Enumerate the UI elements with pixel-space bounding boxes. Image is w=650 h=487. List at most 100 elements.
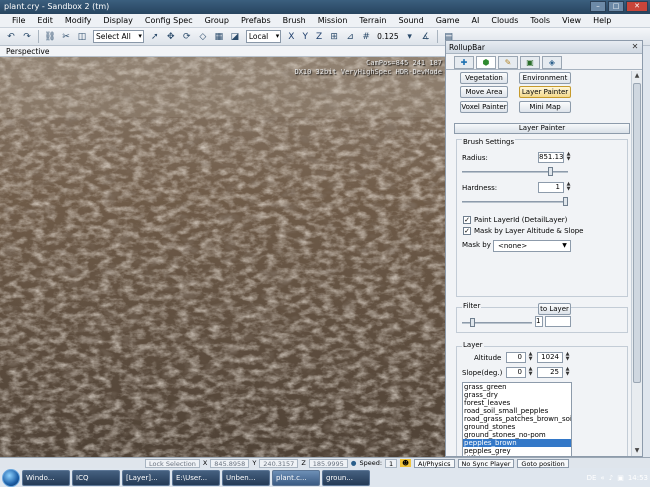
paint-layerid-checkbox[interactable]: ✓ bbox=[463, 216, 471, 224]
list-item[interactable]: grass_green bbox=[463, 383, 571, 391]
selection-filter-select[interactable]: Select All bbox=[93, 30, 144, 43]
hardness-input[interactable]: 1 bbox=[538, 182, 564, 193]
layers-tab-icon[interactable]: ◈ bbox=[542, 56, 562, 69]
menu-terrain[interactable]: Terrain bbox=[353, 14, 392, 28]
mini-map-button[interactable]: Mini Map bbox=[519, 101, 571, 113]
lock-selection-button[interactable]: Lock Selection bbox=[145, 458, 200, 468]
z-coordinate-field[interactable]: 185.9995 bbox=[308, 458, 348, 468]
radius-slider[interactable] bbox=[462, 167, 568, 176]
taskbar-item-icq[interactable]: ICQ bbox=[72, 469, 120, 486]
scroll-down-icon[interactable]: ▼ bbox=[632, 446, 642, 456]
hardness-slider[interactable] bbox=[462, 197, 568, 206]
speed-input[interactable]: 1 bbox=[385, 458, 398, 468]
list-item[interactable]: road_soil_small_pepples bbox=[463, 407, 571, 415]
menu-modify[interactable]: Modify bbox=[59, 14, 98, 28]
voxel-painter-button[interactable]: Voxel Painter bbox=[460, 101, 508, 113]
terrain-follow-icon[interactable]: ⊿ bbox=[343, 30, 357, 44]
no-sync-player-button[interactable]: No Sync Player bbox=[457, 458, 515, 468]
menu-brush[interactable]: Brush bbox=[277, 14, 312, 28]
menu-clouds[interactable]: Clouds bbox=[485, 14, 524, 28]
list-item[interactable]: grass_dry bbox=[463, 391, 571, 399]
slope-min-spinner[interactable]: ▲ ▼ bbox=[527, 367, 534, 378]
axis-z-button[interactable]: Z bbox=[313, 32, 325, 42]
radius-slider-thumb[interactable] bbox=[548, 167, 553, 176]
scroll-up-icon[interactable]: ▲ bbox=[632, 71, 642, 81]
menu-file[interactable]: File bbox=[6, 14, 31, 28]
snap-angle-icon[interactable]: ∡ bbox=[419, 30, 433, 44]
tray-arrows-icon[interactable]: « bbox=[600, 474, 604, 482]
menu-ai[interactable]: AI bbox=[466, 14, 486, 28]
y-coordinate-field[interactable]: 240.3157 bbox=[259, 458, 299, 468]
move-icon[interactable]: ✥ bbox=[164, 30, 178, 44]
select-cursor-icon[interactable]: ➚ bbox=[148, 30, 162, 44]
redo-icon[interactable]: ↷ bbox=[20, 30, 34, 44]
hardness-spinner[interactable]: ▲ ▼ bbox=[565, 182, 572, 193]
terrain-select-icon[interactable]: ▦ bbox=[212, 30, 226, 44]
terrain-collision-icon[interactable]: ☻ bbox=[400, 459, 411, 467]
list-item[interactable]: pepples_grey bbox=[463, 447, 571, 455]
layer-list[interactable]: grass_green grass_dry forest_leaves road… bbox=[462, 382, 572, 456]
layer-painter-section-header[interactable]: Layer Painter bbox=[454, 123, 630, 134]
axis-x-button[interactable]: X bbox=[285, 32, 297, 42]
axis-xy-icon[interactable]: ⊞ bbox=[327, 30, 341, 44]
snap-value[interactable]: 0.125 bbox=[375, 32, 400, 41]
display-tab-icon[interactable]: ▣ bbox=[520, 56, 540, 69]
volume-icon[interactable]: ♪ bbox=[609, 474, 613, 482]
filter-input[interactable]: 1 bbox=[535, 316, 543, 327]
goto-position-button[interactable]: Goto position bbox=[517, 458, 569, 468]
snap-icon[interactable]: ◪ bbox=[228, 30, 242, 44]
hardness-slider-thumb[interactable] bbox=[563, 197, 568, 206]
scrollbar-thumb[interactable] bbox=[633, 83, 641, 383]
terrain-tab-icon[interactable]: ⬢ bbox=[476, 56, 496, 69]
menu-mission[interactable]: Mission bbox=[312, 14, 354, 28]
radius-spinner[interactable]: ▲ ▼ bbox=[565, 152, 572, 163]
x-coordinate-field[interactable]: 845.8958 bbox=[210, 458, 250, 468]
slope-max-spinner[interactable]: ▲ ▼ bbox=[564, 367, 571, 378]
filter-slider[interactable] bbox=[462, 318, 532, 327]
taskbar-item-plant[interactable]: plant.c... bbox=[272, 469, 320, 486]
objects-tab-icon[interactable]: ✚ bbox=[454, 56, 474, 69]
modeling-tab-icon[interactable]: ✎ bbox=[498, 56, 518, 69]
altitude-min-spinner[interactable]: ▲ ▼ bbox=[527, 352, 534, 363]
altitude-min-input[interactable]: 0 bbox=[506, 352, 526, 363]
select-mask-icon[interactable]: ◫ bbox=[75, 30, 89, 44]
move-area-button[interactable]: Move Area bbox=[460, 86, 508, 98]
layer-painter-button[interactable]: Layer Painter bbox=[519, 86, 571, 98]
minimize-button[interactable]: – bbox=[590, 1, 606, 12]
menu-edit[interactable]: Edit bbox=[31, 14, 59, 28]
slope-min-input[interactable]: 0 bbox=[506, 367, 526, 378]
taskbar-item-explorer[interactable]: E:\User... bbox=[172, 469, 220, 486]
list-item[interactable]: ground_stones bbox=[463, 423, 571, 431]
menu-group[interactable]: Group bbox=[199, 14, 235, 28]
to-layer-button[interactable]: to Layer bbox=[538, 303, 571, 315]
list-item[interactable]: road_grass_patches_brown_soil bbox=[463, 415, 571, 423]
link-icon[interactable]: ⛓ bbox=[43, 30, 57, 44]
list-item[interactable]: diff_basalt bbox=[463, 455, 571, 456]
menu-game[interactable]: Game bbox=[430, 14, 466, 28]
clock[interactable]: 14:53 bbox=[628, 474, 648, 482]
mask-by-select[interactable]: <none> ▼ bbox=[493, 240, 571, 252]
start-button[interactable] bbox=[2, 468, 20, 487]
taskbar-item-layer[interactable]: [Layer]... bbox=[122, 469, 170, 486]
slope-max-input[interactable]: 25 bbox=[537, 367, 563, 378]
menu-sound[interactable]: Sound bbox=[392, 14, 429, 28]
filter-color-box[interactable] bbox=[545, 316, 571, 327]
altitude-max-input[interactable]: 1024 bbox=[537, 352, 563, 363]
taskbar-item-unbenannt[interactable]: Unben... bbox=[222, 469, 270, 486]
viewport-label[interactable]: Perspective bbox=[6, 47, 49, 56]
snap-grid-icon[interactable]: # bbox=[359, 30, 373, 44]
undo-icon[interactable]: ↶ bbox=[4, 30, 18, 44]
list-item[interactable]: ground_stones_no-pom bbox=[463, 431, 571, 439]
unlink-icon[interactable]: ✂ bbox=[59, 30, 73, 44]
altitude-max-spinner[interactable]: ▲ ▼ bbox=[564, 352, 571, 363]
filter-slider-thumb[interactable] bbox=[470, 318, 475, 327]
environment-button[interactable]: Environment bbox=[519, 72, 571, 84]
menu-tools[interactable]: Tools bbox=[524, 14, 556, 28]
viewport-3d[interactable]: CamPos=845 241 187 DX10 32bit VeryHighSp… bbox=[0, 57, 445, 457]
list-item-selected[interactable]: pepples_brown bbox=[463, 439, 571, 447]
maximize-button[interactable]: □ bbox=[608, 1, 624, 12]
taskbar-item-ground[interactable]: groun... bbox=[322, 469, 370, 486]
menu-help[interactable]: Help bbox=[587, 14, 617, 28]
network-icon[interactable]: ▣ bbox=[617, 474, 624, 482]
close-icon[interactable]: ✕ bbox=[630, 42, 640, 52]
